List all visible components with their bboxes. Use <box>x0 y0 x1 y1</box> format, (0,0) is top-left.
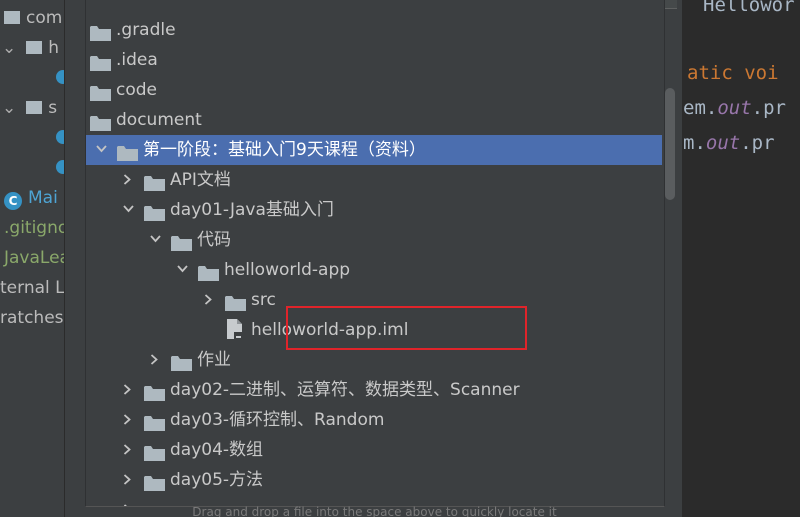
folder-icon <box>225 292 247 311</box>
folder-icon <box>144 412 166 431</box>
choose-file-dialog: .gradle .idea code document 第一阶段：基础入门9天课程（资料… <box>64 0 683 517</box>
bg-row <box>56 63 64 93</box>
vertical-scrollbar[interactable] <box>665 88 675 200</box>
folder-icon <box>144 172 166 191</box>
tree-row-label: day04-数组 <box>170 440 264 460</box>
class-icon <box>56 130 64 144</box>
chevron-down-icon: ⌄ <box>2 38 17 58</box>
folder-icon <box>198 262 220 281</box>
tree-row-label: src <box>251 290 276 310</box>
tree-row[interactable]: day03-循环控制、Random <box>86 405 662 435</box>
chevron-right-icon[interactable] <box>147 345 163 375</box>
tree-row-label: document <box>116 110 202 130</box>
chevron-down-icon[interactable] <box>93 135 109 165</box>
folder-icon <box>117 142 139 161</box>
tree-row[interactable]: day05-方法 <box>86 465 662 495</box>
chevron-right-icon[interactable] <box>120 465 136 495</box>
folder-icon <box>144 472 166 491</box>
chevron-right-icon[interactable] <box>201 285 217 315</box>
tree-row-label: code <box>116 80 157 100</box>
bg-row: com <box>4 3 62 33</box>
class-icon <box>56 160 64 174</box>
folder-icon <box>90 52 112 71</box>
file-tree[interactable]: .gradle .idea code document 第一阶段：基础入门9天课程（资料… <box>85 0 665 507</box>
chevron-right-icon[interactable] <box>120 375 136 405</box>
tree-row[interactable]: helloworld-app <box>86 255 662 285</box>
tree-row-label: 作业 <box>197 350 231 370</box>
tree-row-label: 第一阶段：基础入门9天课程（资料） <box>143 140 426 160</box>
background-editor: Hellowor atic voi em.out.pr m.out.pr <box>683 0 800 517</box>
bg-row: JavaLea <box>4 248 64 268</box>
tree-row[interactable]: .gradle <box>86 15 662 45</box>
folder-icon <box>171 232 193 251</box>
tree-row-label: day01-Java基础入门 <box>170 200 334 220</box>
folder-icon <box>144 202 166 221</box>
chevron-down-icon[interactable] <box>174 255 190 285</box>
bg-row: .gitigno <box>4 218 64 238</box>
folder-icon <box>90 82 112 101</box>
bg-row <box>56 153 64 183</box>
chevron-down-icon: ⌄ <box>2 98 17 118</box>
package-icon <box>26 101 43 114</box>
chevron-down-icon[interactable] <box>120 195 136 225</box>
tree-row[interactable]: code <box>86 75 662 105</box>
folder-icon <box>90 22 112 41</box>
class-icon <box>56 70 64 84</box>
tree-row-label: day03-循环控制、Random <box>170 410 385 430</box>
bg-row: ⌄ h <box>2 38 60 58</box>
tree-row-label: helloworld-app <box>224 260 351 280</box>
tree-row[interactable]: day01-Java基础入门 <box>86 195 662 225</box>
code-line: em.out.pr <box>683 97 786 119</box>
chevron-right-icon[interactable] <box>120 165 136 195</box>
chevron-down-icon[interactable] <box>147 225 163 255</box>
bg-row <box>56 123 64 153</box>
folder-icon <box>144 442 166 461</box>
code-line: Hellowor <box>703 0 795 16</box>
code-line: atic voi <box>687 62 779 84</box>
chevron-right-icon[interactable] <box>120 435 136 465</box>
file-icon <box>225 319 247 340</box>
background-project-panel: com ⌄ h ⌄ s C Mai .gitigno JavaLea ternal L… <box>0 0 64 517</box>
tree-row-label: day05-方法 <box>170 470 264 490</box>
tree-row-selected[interactable]: 第一阶段：基础入门9天课程（资料） <box>86 135 662 165</box>
tree-row-label: day02-二进制、运算符、数据类型、Scanner <box>170 380 520 400</box>
folder-icon <box>144 382 166 401</box>
tree-row[interactable]: 代码 <box>86 225 662 255</box>
package-icon <box>4 11 20 24</box>
tree-row[interactable]: .idea <box>86 45 662 75</box>
tree-row[interactable]: API文档 <box>86 165 662 195</box>
tree-row-label: 代码 <box>197 230 231 250</box>
folder-icon <box>171 352 193 371</box>
java-class-icon: C <box>4 192 22 210</box>
tree-row[interactable]: day04-数组 <box>86 435 662 465</box>
bg-row: ternal Li <box>0 278 64 298</box>
bg-row: ratches <box>0 308 64 328</box>
tree-row[interactable]: day02-二进制、运算符、数据类型、Scanner <box>86 375 662 405</box>
tree-row-label: .gradle <box>116 20 176 40</box>
tree-row[interactable]: document <box>86 105 662 135</box>
highlight-annotation-box <box>286 306 527 350</box>
drag-drop-hint: Drag and drop a file into the space abov… <box>192 505 557 517</box>
folder-icon <box>90 112 112 131</box>
code-line: m.out.pr <box>683 132 775 154</box>
chevron-right-icon[interactable] <box>120 405 136 435</box>
tree-row-label: API文档 <box>170 170 231 190</box>
bg-row: ⌄ s <box>2 98 58 118</box>
bg-row: C Mai <box>4 183 58 213</box>
tree-row-label: .idea <box>116 50 158 70</box>
package-icon <box>26 41 43 54</box>
